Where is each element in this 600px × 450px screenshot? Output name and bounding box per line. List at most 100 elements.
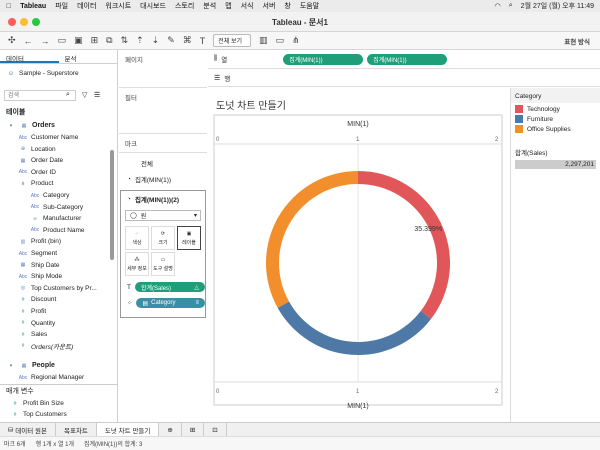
- search-icon[interactable]: ⌕: [509, 2, 513, 10]
- datasource-item[interactable]: ⛁ Sample - Superstore: [6, 68, 116, 79]
- toolbar: ✣ ← → ▭ ▣ ⊞ ⧉ ⇅ ⇡ ⇣ ✎ ⌘ T 전체 보기 ▥ ▭ ⋔ 표현…: [0, 32, 600, 50]
- menu-map[interactable]: 맵: [225, 1, 231, 11]
- field-item[interactable]: # Sales: [18, 329, 128, 340]
- menu-file[interactable]: 파일: [55, 1, 68, 11]
- detail-button[interactable]: ⁂ 세부 정보: [125, 252, 149, 276]
- menu-worksheet[interactable]: 워크시트: [105, 1, 131, 11]
- sort-desc-icon[interactable]: ⇣: [152, 35, 160, 46]
- param-item[interactable]: # Top Customers: [10, 409, 120, 420]
- field-item[interactable]: # Orders(카운트): [18, 341, 128, 352]
- marks-all-label: 전체: [141, 161, 153, 168]
- field-item[interactable]: Abc Ship Mode: [18, 271, 128, 282]
- table-people[interactable]: ▾ ▦ People: [6, 360, 116, 371]
- field-label: Profit: [31, 308, 47, 315]
- tab-datasource[interactable]: ⛁ 데이터 원본: [0, 422, 56, 437]
- detail-field-row[interactable]: ⁘ ▤ Category ≡: [123, 296, 205, 310]
- menu-dashboard[interactable]: 대시보드: [140, 1, 166, 11]
- clock-text[interactable]: 2월 27일 (월) 오후 11:49: [521, 1, 594, 11]
- category-pill[interactable]: ▤ Category ≡: [136, 298, 205, 308]
- label-field-row[interactable]: T 합계(Sales) △: [123, 280, 205, 294]
- column-pill-2[interactable]: 집계(MIN(1)): [367, 53, 448, 65]
- sort-asc-icon[interactable]: ⇡: [136, 35, 144, 46]
- parameters-header: 매개 변수: [6, 387, 34, 395]
- duplicate-icon[interactable]: ⧉: [106, 35, 112, 46]
- column-pill-1[interactable]: 집계(MIN(1)): [283, 53, 364, 65]
- size-legend-title[interactable]: 합계(Sales): [511, 135, 600, 160]
- field-item[interactable]: Abc Regional Manager: [18, 372, 128, 383]
- pages-shelf[interactable]: 페이지: [119, 50, 207, 88]
- datasource-icon: ⛁: [8, 70, 14, 77]
- filter-fields-icon[interactable]: ▽: [82, 91, 87, 99]
- marks-all-item[interactable]: 전체: [123, 156, 205, 170]
- menu-data[interactable]: 데이터: [77, 1, 96, 11]
- status-sum: 집계(MIN(1))의 합계: 3: [84, 442, 143, 448]
- rows-shelf[interactable]: ☰ 행: [208, 69, 600, 87]
- legend-item-office-supplies[interactable]: Office Supplies: [515, 125, 596, 133]
- view-options-icon[interactable]: ☰: [94, 91, 100, 99]
- donut-slice-technology[interactable]: [358, 171, 450, 319]
- menu-analysis[interactable]: 분석: [203, 1, 216, 11]
- menu-app[interactable]: Tableau: [20, 3, 46, 10]
- donut-slice-office-supplies[interactable]: [266, 171, 358, 308]
- field-item[interactable]: # Discount: [18, 294, 128, 305]
- menu-format[interactable]: 서식: [241, 1, 254, 11]
- table-orders[interactable]: ▾ ▦ Orders: [6, 120, 116, 131]
- scrollbar[interactable]: [110, 150, 114, 260]
- tooltip-button[interactable]: ▭ 도구 설명: [151, 252, 175, 276]
- new-sheet-icon[interactable]: ⊕: [159, 422, 182, 437]
- sales-pill[interactable]: 합계(Sales) △: [134, 282, 205, 292]
- field-item[interactable]: Abc Customer Name: [18, 132, 128, 143]
- columns-shelf[interactable]: ⫼ 열 집계(MIN(1)) 집계(MIN(1)): [208, 50, 600, 69]
- forward-arrow-icon[interactable]: →: [41, 36, 50, 46]
- tables-header: 테이블: [6, 108, 26, 116]
- wifi-icon[interactable]: ◠: [495, 2, 501, 10]
- chart-canvas[interactable]: MIN(1) MIN(1) 0 1 2 0 1 2 35.399%: [208, 88, 508, 422]
- datasource-icon: ⛁: [8, 426, 16, 434]
- size-button[interactable]: ⟳ 크기: [151, 226, 175, 250]
- tab-goal-chart[interactable]: 목표차트: [56, 422, 97, 437]
- legend-item-furniture[interactable]: Furniture: [515, 115, 596, 123]
- legend-swatch: [515, 105, 523, 113]
- color-button[interactable]: ⁘ 색상: [125, 226, 149, 250]
- field-type-icon: Abc: [30, 227, 40, 234]
- new-dashboard-icon[interactable]: ⊞: [182, 422, 205, 437]
- view-size-select[interactable]: 전체 보기: [213, 34, 251, 47]
- back-arrow-icon[interactable]: ←: [24, 36, 33, 46]
- field-item[interactable]: # Quantity: [18, 318, 128, 329]
- save-icon[interactable]: ▣: [74, 35, 83, 46]
- field-item[interactable]: # Profit: [18, 306, 128, 317]
- param-item[interactable]: # Profit Bin Size: [10, 398, 120, 409]
- field-item[interactable]: ◎ Top Customers by Pr...: [18, 283, 128, 294]
- menu-story[interactable]: 스토리: [175, 1, 194, 11]
- new-story-icon[interactable]: ⊡: [204, 422, 227, 437]
- marks-layer-1[interactable]: ◔ 집계(MIN(1)): [123, 172, 205, 186]
- tableau-logo-icon[interactable]: ✣: [8, 35, 16, 46]
- apple-icon[interactable]: : [6, 3, 11, 10]
- new-sheet-icon[interactable]: ⊞: [91, 35, 99, 46]
- menu-help[interactable]: 도움말: [300, 1, 319, 11]
- new-datasource-icon[interactable]: ▭: [58, 35, 67, 46]
- menu-window[interactable]: 창: [284, 1, 290, 11]
- filters-shelf[interactable]: 필터: [119, 88, 207, 134]
- tab-analysis[interactable]: 분석: [59, 50, 118, 63]
- present-icon[interactable]: ▭: [276, 35, 285, 46]
- text-label-icon[interactable]: T: [200, 36, 206, 46]
- share-icon[interactable]: ⋔: [292, 35, 300, 46]
- highlight-icon[interactable]: ✎: [167, 35, 175, 46]
- chart-icon[interactable]: ▥: [259, 35, 268, 46]
- legend-item-technology[interactable]: Technology: [515, 105, 596, 113]
- label-button[interactable]: ▣ 레이블: [177, 226, 201, 250]
- group-icon[interactable]: ⌘: [183, 35, 192, 46]
- swap-icon[interactable]: ⇅: [121, 35, 129, 46]
- color-legend-title[interactable]: Category: [511, 88, 600, 103]
- show-me-button[interactable]: 표현 방식: [564, 36, 590, 46]
- field-type-icon: ⊕: [20, 146, 26, 153]
- donut-slice-furniture[interactable]: [277, 301, 432, 355]
- axis-title-top: MIN(1): [347, 121, 368, 128]
- tab-donut-chart[interactable]: 도넛 차트 만들기: [96, 422, 160, 437]
- marks-layer-2[interactable]: ◔ 집계(MIN(1))(2): [123, 192, 205, 206]
- menu-server[interactable]: 서버: [263, 1, 276, 11]
- tab-data[interactable]: 데이터: [0, 50, 59, 63]
- mark-type-select[interactable]: ◯ 원 ▾: [125, 210, 201, 221]
- field-item[interactable]: ▦ Ship Date: [18, 260, 128, 271]
